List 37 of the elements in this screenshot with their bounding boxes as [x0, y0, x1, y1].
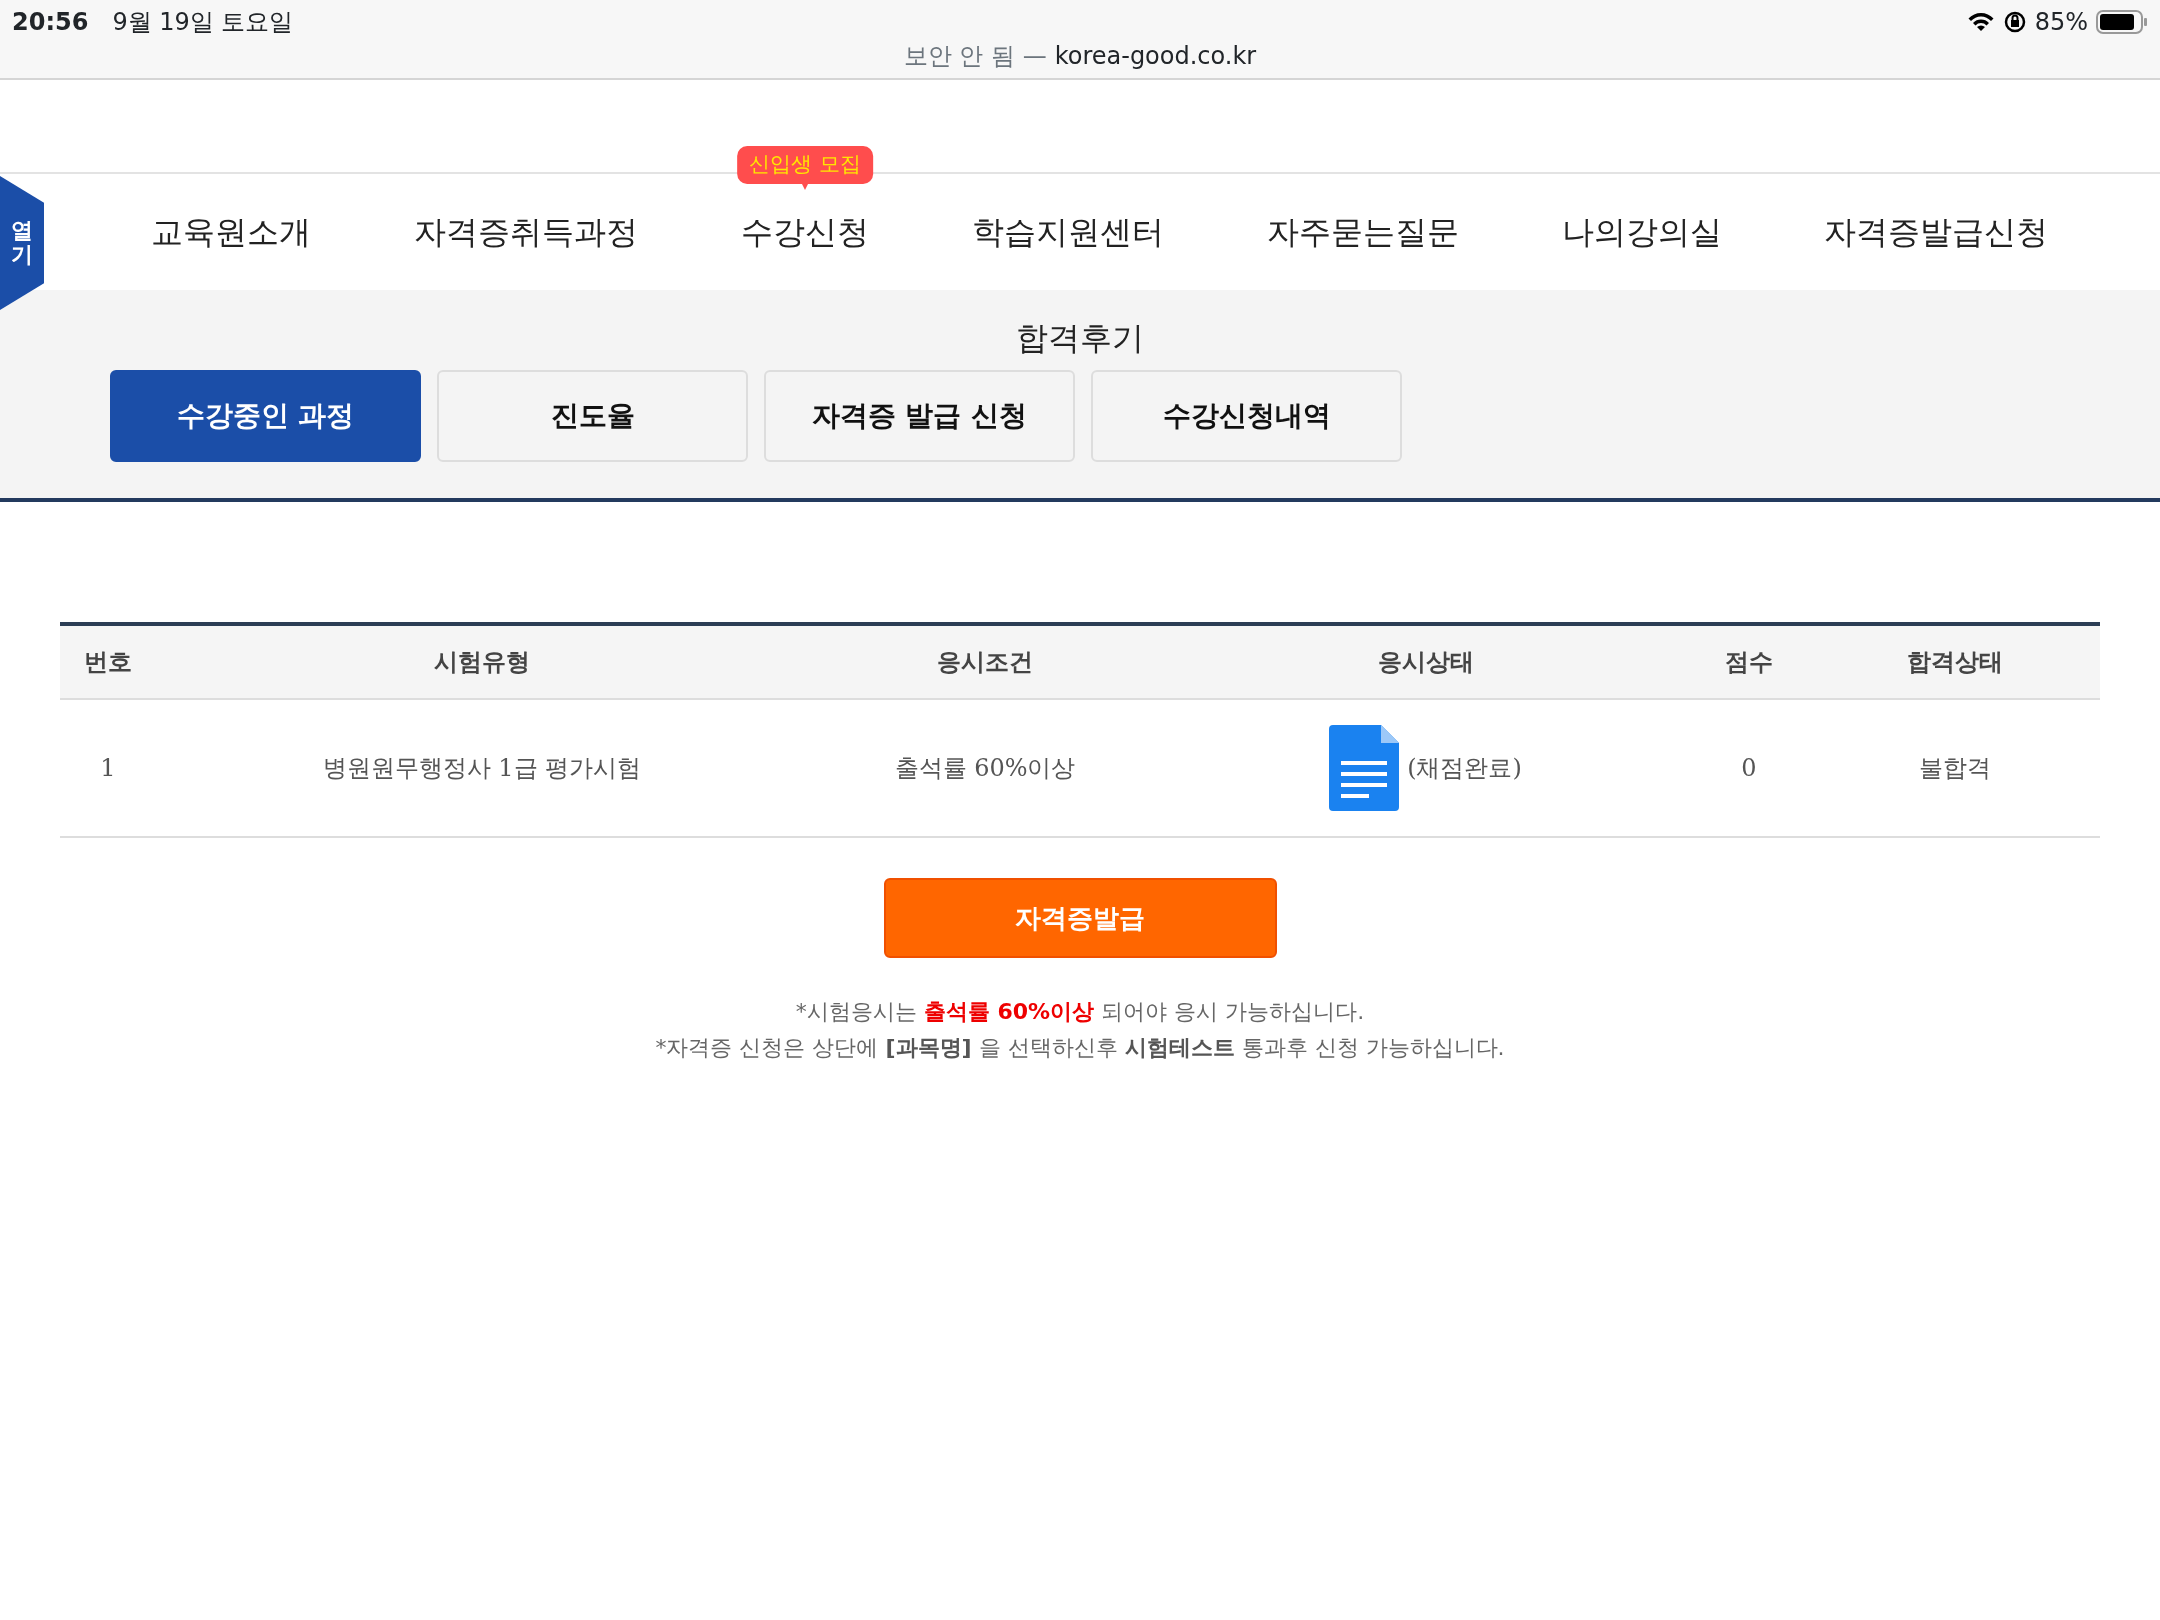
- recruit-badge: 신입생 모집: [737, 146, 873, 184]
- column-header: 합격상태: [1905, 647, 2004, 678]
- wifi-icon: [1966, 11, 1995, 33]
- date-text: 9월 19일 토요일: [112, 7, 294, 38]
- column-header: 번호: [83, 647, 133, 678]
- column-header: 점수: [1724, 647, 1774, 678]
- nav-menu-item[interactable]: 자격증취득과정: [414, 213, 639, 251]
- column-header: 응시상태: [1376, 647, 1475, 678]
- table-cell-text: 0: [1740, 753, 1758, 784]
- tab[interactable]: 수강중인 과정: [110, 370, 421, 462]
- notice-text: *자격증 신청은 상단에 [과목명] 을 선택하신후 시험테스트 통과후 신청 가능하십니다.: [654, 1034, 1506, 1062]
- notice-text: *시험응시는 출석률 60%이상 되어야 응시 가능하십니다.: [794, 998, 1366, 1026]
- nav-menu-item[interactable]: 자주묻는질문: [1266, 213, 1459, 251]
- battery-icon: [2096, 10, 2148, 34]
- table-cell-text: 불합격: [1917, 753, 1992, 784]
- column-header: 시험유형: [433, 647, 531, 678]
- battery-percent: 85%: [2034, 7, 2088, 38]
- nav-menu-item[interactable]: 학습지원센터: [971, 213, 1164, 251]
- page-url: korea-good.co.kr: [1054, 41, 1257, 72]
- security-warning: 보안 안 됨 —: [903, 41, 1047, 72]
- tab[interactable]: 진도율: [437, 370, 748, 462]
- column-header: 응시조건: [936, 647, 1034, 678]
- tab[interactable]: 수강신청내역: [1091, 370, 1402, 462]
- clock-time: 20:56: [12, 7, 89, 38]
- nav-menu-item[interactable]: 수강신청: [741, 213, 870, 251]
- nav-menu-item[interactable]: 교육원소개: [151, 213, 312, 251]
- side-open-tab[interactable]: 열기: [0, 176, 44, 310]
- document-icon[interactable]: [1329, 725, 1400, 811]
- tab[interactable]: 자격증 발급 신청: [764, 370, 1075, 462]
- table-cell-text: 1: [99, 753, 117, 784]
- nav-menu-item[interactable]: 자격증발급신청: [1824, 213, 2049, 251]
- table-cell-text: 출석률 60%이상: [893, 753, 1077, 784]
- table-cell-text: 병원원무행정사 1급 평가시험: [321, 753, 643, 784]
- section-title: 합격후기: [1016, 318, 1144, 359]
- rotation-lock-icon: [2002, 10, 2027, 34]
- table-cell-text: (채점완료): [1407, 753, 1522, 784]
- nav-menu-item[interactable]: 나의강의실: [1561, 213, 1722, 251]
